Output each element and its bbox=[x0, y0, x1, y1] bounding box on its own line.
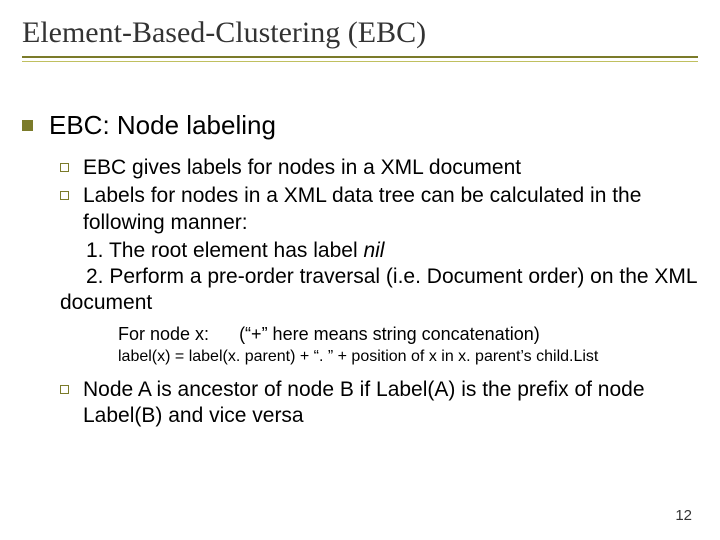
bullet-level2: Labels for nodes in a XML data tree can … bbox=[60, 183, 698, 236]
note-prefix: For node x: bbox=[118, 324, 209, 344]
bullet-level1: EBC: Node labeling bbox=[22, 110, 698, 141]
formula-line: label(x) = label(x. parent) + “. ” + pos… bbox=[118, 347, 698, 367]
slide-title: Element-Based-Clustering (EBC) bbox=[22, 12, 698, 52]
square-hollow-icon bbox=[60, 191, 69, 200]
heading-text: EBC: Node labeling bbox=[49, 110, 276, 141]
step2: 2. Perform a pre-order traversal (i.e. D… bbox=[60, 264, 698, 317]
note-line: For node x: (“+” here means string conca… bbox=[118, 323, 698, 346]
level2-container: EBC gives labels for nodes in a XML docu… bbox=[60, 155, 698, 430]
bullet-level2: Node A is ancestor of node B if Label(A)… bbox=[60, 377, 698, 430]
step1: 1. The root element has label nil bbox=[86, 238, 698, 264]
step1-nil: nil bbox=[363, 239, 384, 262]
sub1-text: EBC gives labels for nodes in a XML docu… bbox=[83, 155, 521, 181]
square-filled-icon bbox=[22, 120, 33, 131]
sub2-text: Labels for nodes in a XML data tree can … bbox=[83, 183, 698, 236]
step2-text: 2. Perform a pre-order traversal (i.e. D… bbox=[60, 265, 697, 314]
square-hollow-icon bbox=[60, 385, 69, 394]
note-rest: (“+” here means string concatenation) bbox=[239, 324, 540, 344]
sub3-text: Node A is ancestor of node B if Label(A)… bbox=[83, 377, 698, 430]
title-underline bbox=[22, 56, 698, 62]
slide: Element-Based-Clustering (EBC) EBC: Node… bbox=[0, 0, 720, 540]
square-hollow-icon bbox=[60, 163, 69, 172]
page-number: 12 bbox=[675, 507, 692, 524]
step1-pre: 1. The root element has label bbox=[86, 239, 363, 262]
bullet-level2: EBC gives labels for nodes in a XML docu… bbox=[60, 155, 698, 181]
